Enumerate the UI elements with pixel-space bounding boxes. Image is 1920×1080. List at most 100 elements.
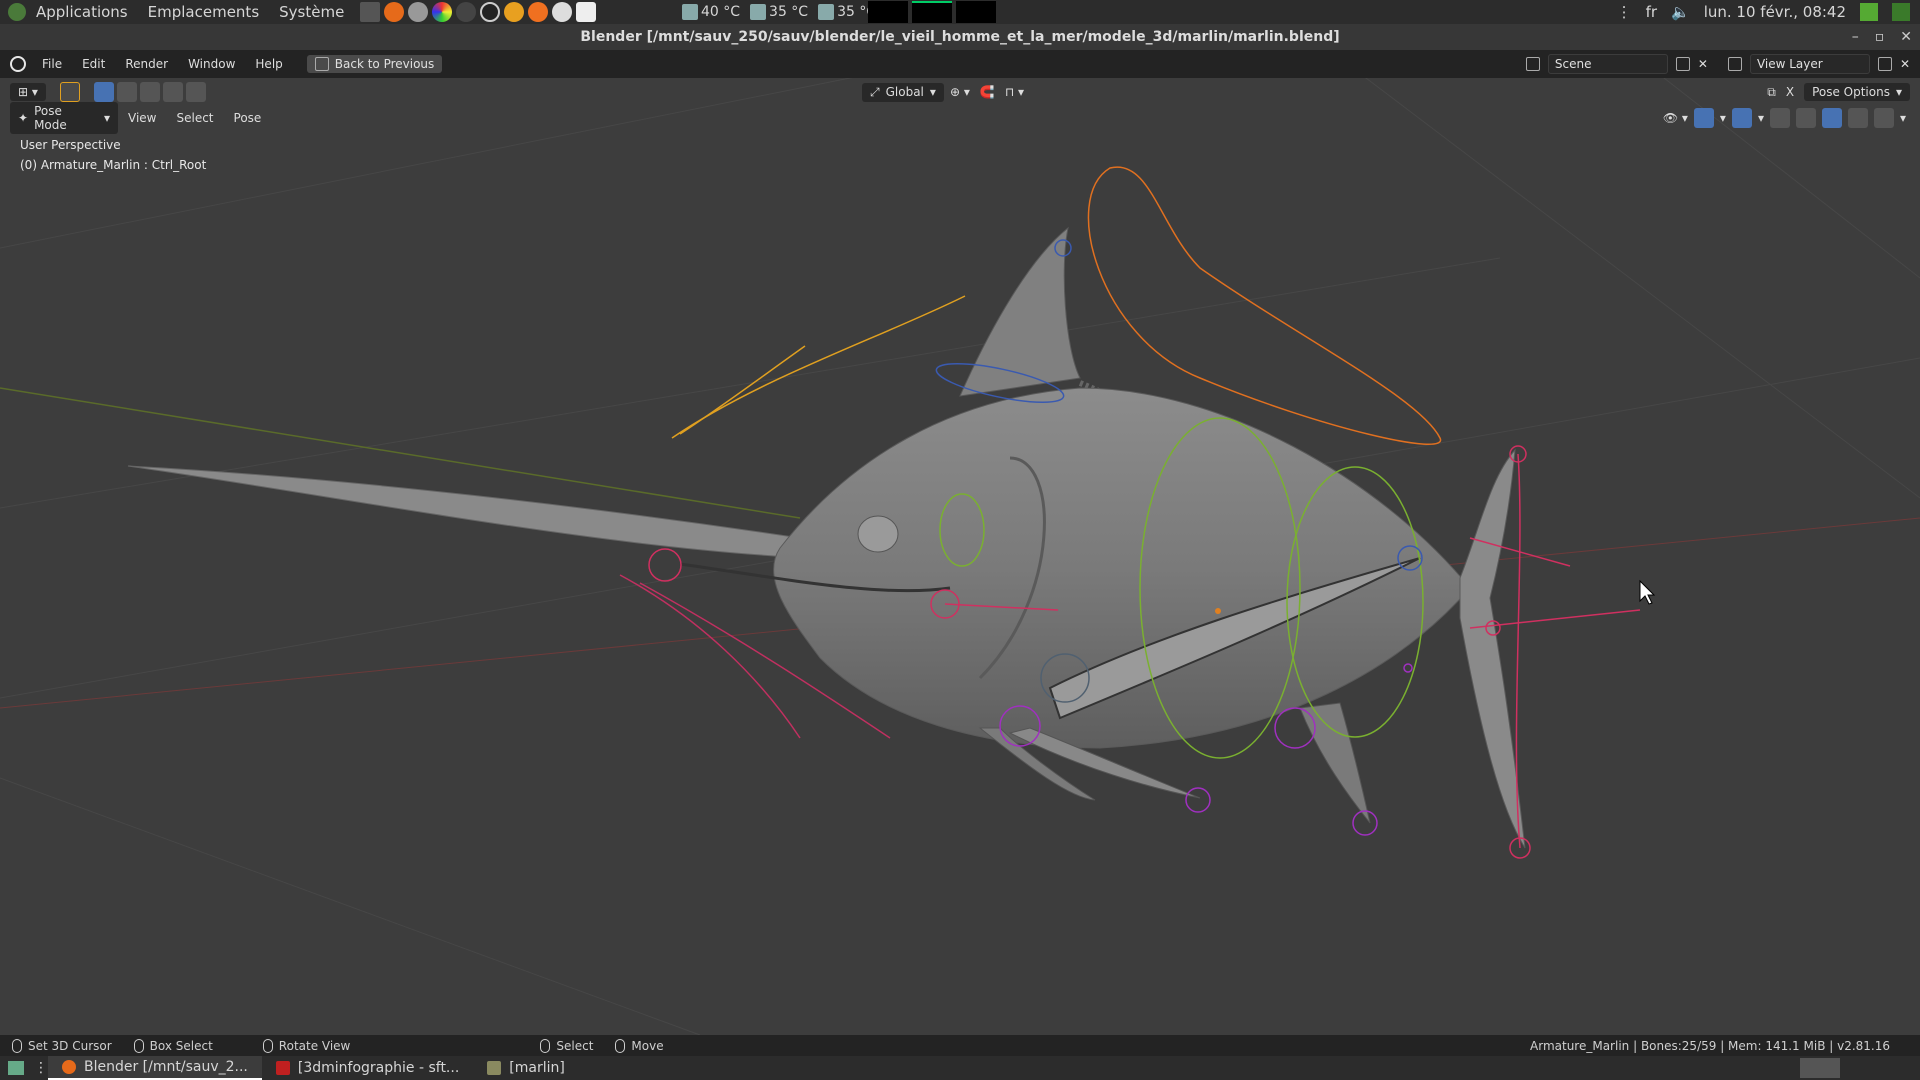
mode-dropdown[interactable]: ✦ Pose Mode ▾: [10, 102, 118, 134]
view-layer-field[interactable]: View Layer: [1749, 54, 1870, 74]
maximize-icon[interactable]: ▫: [1875, 24, 1885, 50]
menu-view[interactable]: View: [118, 111, 166, 125]
pose-options-label: Pose Options: [1812, 85, 1890, 99]
wireframe-shading-icon[interactable]: [1795, 108, 1816, 128]
visibility-icon[interactable]: 👁 ▾: [1663, 111, 1688, 125]
snap-target-icon[interactable]: ⊓ ▾: [1005, 85, 1024, 99]
datetime[interactable]: lun. 10 févr., 08:42: [1704, 3, 1846, 21]
close-icon[interactable]: ✕: [1900, 24, 1912, 50]
tray-blender-icon[interactable]: [1800, 1058, 1840, 1078]
blender-topbar: File Edit Render Window Help Back to Pre…: [0, 50, 1920, 78]
mouse-middle-icon: [262, 1038, 273, 1053]
3d-viewport[interactable]: ⊞ ▾ ⤢ Global ▾ ⊕ ▾ 🧲 ⊓ ▾ ⧉ X Pose Option…: [0, 78, 1920, 1035]
pose-mode-icon: ✦: [18, 111, 29, 125]
select-subtract-icon[interactable]: [139, 82, 160, 102]
temp-1: 40 °C: [701, 4, 741, 20]
scene-statistics: Armature_Marlin | Bones:25/59 | Mem: 141…: [1530, 1038, 1890, 1053]
status-rotate-view: Rotate View: [278, 1038, 351, 1053]
task-filezilla-label: [3dminfographie - sft...: [297, 1060, 460, 1076]
mouse-right-drag-icon: [615, 1038, 626, 1053]
inkscape-icon[interactable]: [456, 2, 477, 22]
select-tool-icon[interactable]: [59, 82, 80, 102]
select-extend-icon[interactable]: [116, 82, 137, 102]
editor-type-dropdown[interactable]: ⊞ ▾: [10, 83, 46, 101]
gizmo-dropdown-icon[interactable]: ▾: [1720, 111, 1726, 125]
task-folder[interactable]: [marlin]: [473, 1056, 579, 1080]
status-bar: Set 3D Cursor Box Select Rotate View Sel…: [0, 1035, 1920, 1056]
pivot-icon[interactable]: ⊕ ▾: [950, 85, 970, 99]
cpu-temp-icon: [750, 4, 767, 20]
new-view-layer-icon[interactable]: [1877, 57, 1892, 71]
obs-icon[interactable]: [480, 2, 501, 22]
remove-scene-icon[interactable]: ✕: [1698, 57, 1708, 71]
perspective-label: User Perspective: [20, 138, 121, 152]
menu-emplacements[interactable]: Emplacements: [138, 3, 270, 21]
select-intersect-icon[interactable]: [185, 82, 206, 102]
terminal-icon[interactable]: [360, 2, 381, 22]
show-desktop-icon[interactable]: [8, 1061, 24, 1075]
x-app-icon[interactable]: [528, 2, 549, 22]
taskbar-handle-icon: ⋮: [34, 1060, 48, 1076]
view-layer-icon[interactable]: [1727, 57, 1742, 71]
back-to-previous-button[interactable]: Back to Previous: [306, 55, 443, 73]
menu-render[interactable]: Render: [115, 57, 178, 71]
menu-help[interactable]: Help: [245, 57, 292, 71]
notes-icon[interactable]: [576, 2, 597, 22]
shading-dropdown-icon[interactable]: ▾: [1900, 111, 1906, 125]
volume-icon[interactable]: 🔈: [1671, 3, 1690, 21]
status-set-3d-cursor: Set 3D Cursor: [28, 1038, 112, 1053]
gizmo-icon[interactable]: [1693, 108, 1714, 128]
mouse-left-icon: [12, 1038, 22, 1053]
system-monitor-graphs: [868, 1, 996, 23]
menu-window[interactable]: Window: [178, 57, 245, 71]
window-title: Blender [/mnt/sauv_250/sauv/blender/le_v…: [580, 29, 1340, 45]
scene-field[interactable]: Scene: [1547, 54, 1668, 74]
menu-edit[interactable]: Edit: [72, 57, 115, 71]
cpu-temp-icon: [818, 4, 835, 20]
menu-systeme[interactable]: Système: [269, 3, 354, 21]
blender-launcher-icon[interactable]: [384, 2, 405, 22]
new-scene-icon[interactable]: [1675, 57, 1690, 71]
menu-pose[interactable]: Pose: [224, 111, 272, 125]
task-blender[interactable]: Blender [/mnt/sauv_2...: [48, 1056, 262, 1080]
blender-logo-icon[interactable]: [10, 56, 26, 72]
overlays-icon[interactable]: [1731, 108, 1752, 128]
language-indicator[interactable]: fr: [1646, 3, 1657, 21]
pose-options-dropdown[interactable]: Pose Options ▾: [1804, 83, 1910, 101]
overlays-dropdown-icon[interactable]: ▾: [1758, 111, 1764, 125]
ball-app-icon[interactable]: [552, 2, 573, 22]
rendered-shading-icon[interactable]: [1873, 108, 1894, 128]
task-filezilla[interactable]: [3dminfographie - sft...: [262, 1056, 473, 1080]
temp-2: 35 °C: [769, 4, 809, 20]
menu-applications[interactable]: Applications: [26, 3, 138, 21]
status-box-select: Box Select: [149, 1038, 213, 1053]
minimize-icon[interactable]: –: [1852, 24, 1859, 50]
transform-orientation-dropdown[interactable]: ⤢ Global ▾: [862, 82, 944, 102]
color-picker-icon[interactable]: [432, 2, 453, 22]
orientation-icon: ⤢: [870, 84, 880, 99]
gimp-icon[interactable]: [408, 2, 429, 22]
mirror-x-icon[interactable]: X: [1786, 85, 1794, 99]
mode-label: Pose Mode: [34, 104, 67, 132]
material-shading-icon[interactable]: [1847, 108, 1868, 128]
scene-icon[interactable]: [1525, 57, 1540, 71]
snap-icon[interactable]: 🧲: [980, 85, 995, 99]
xray-icon[interactable]: ⧉: [1767, 85, 1776, 100]
blender-icon: [62, 1060, 76, 1074]
solid-shading-icon[interactable]: [1821, 108, 1842, 128]
folder-icon: [487, 1061, 502, 1075]
select-difference-icon[interactable]: [162, 82, 183, 102]
app-icon[interactable]: [1892, 3, 1910, 21]
gnome-taskbar: ⋮ Blender [/mnt/sauv_2... [3dminfographi…: [0, 1056, 1920, 1080]
user-icon[interactable]: [1860, 3, 1878, 21]
menu-file[interactable]: File: [32, 57, 72, 71]
xray-toggle-icon[interactable]: [1769, 108, 1790, 128]
menu-dots-icon[interactable]: ⋮: [1617, 3, 1632, 21]
back-icon: [314, 57, 329, 71]
viewport-scene[interactable]: [0, 78, 1920, 1035]
menu-select[interactable]: Select: [166, 111, 223, 125]
remove-view-layer-icon[interactable]: ✕: [1900, 57, 1910, 71]
select-new-icon[interactable]: [93, 82, 114, 102]
cpu-temp-icon: [682, 4, 698, 20]
vlc-icon[interactable]: [504, 2, 525, 22]
